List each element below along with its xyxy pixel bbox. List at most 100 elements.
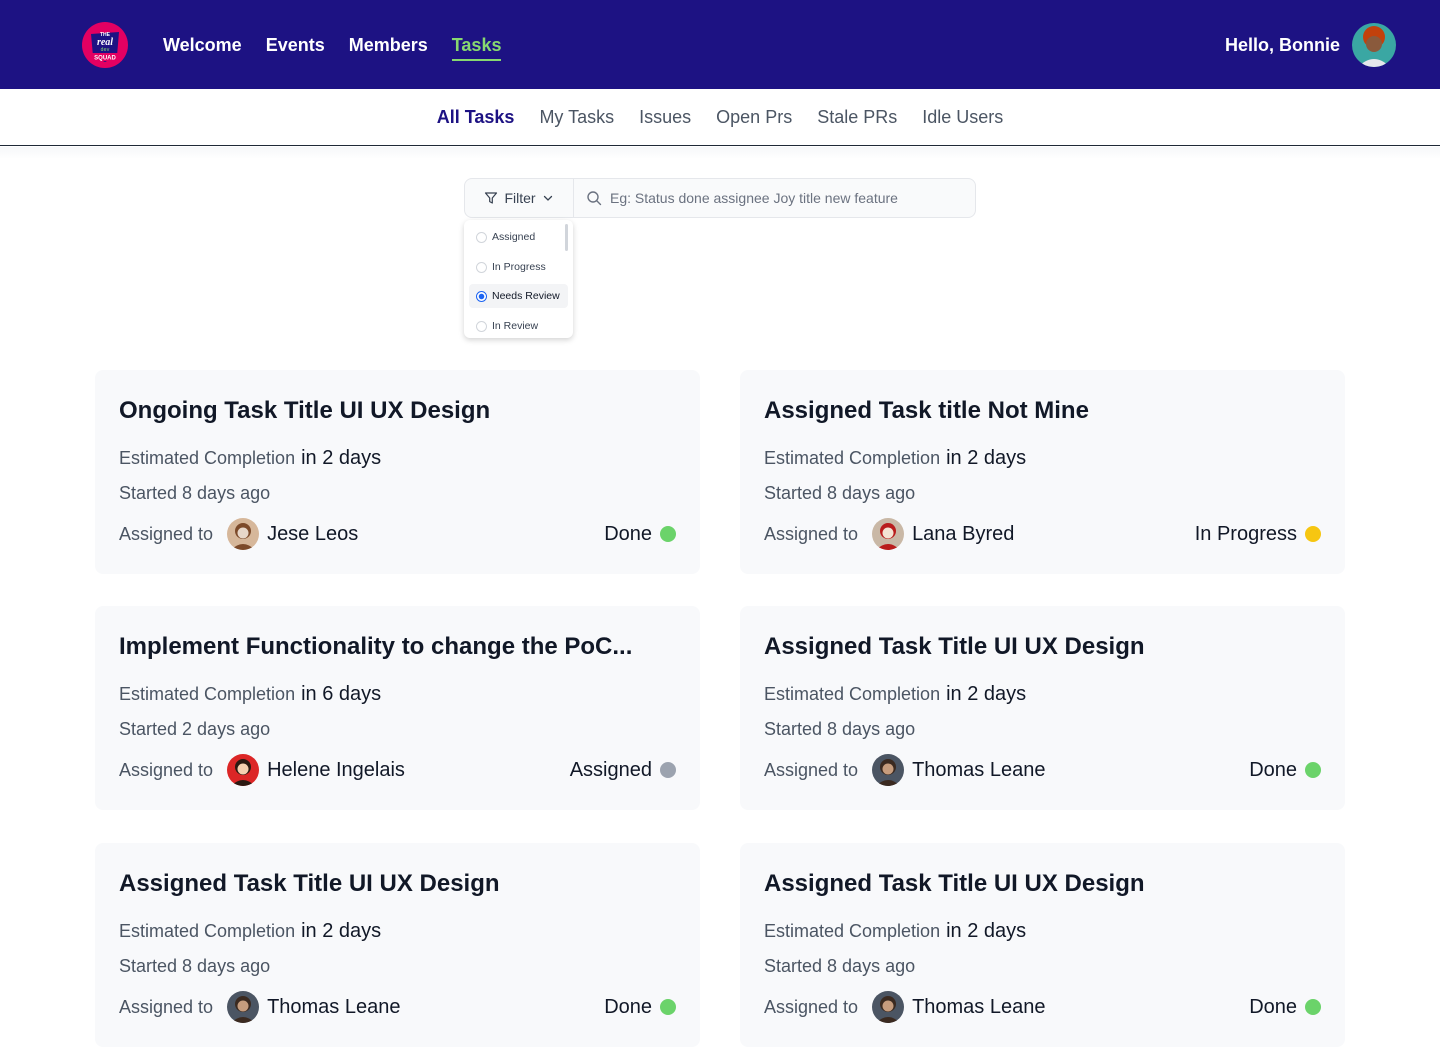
radio-icon [476, 231, 487, 243]
task-title[interactable]: Assigned Task title Not Mine [764, 396, 1089, 426]
status-badge: Done [604, 523, 676, 546]
logo-text-squad: SQUAD [94, 56, 116, 62]
estimated-label: Estimated Completion [119, 448, 296, 468]
estimated-completion: Estimated Completion in 2 days [764, 682, 1026, 706]
estimated-label: Estimated Completion [764, 448, 941, 468]
assignee-name[interactable]: Lana Byred [912, 522, 1014, 546]
dropdown-scrollbar[interactable] [565, 224, 568, 251]
started-text: Started 2 days ago [119, 719, 271, 739]
assignee-row: Assigned to Thomas Leane Done [119, 990, 676, 1024]
assignee-name[interactable]: Thomas Leane [267, 995, 400, 1019]
filter-option-label: Needs Review [492, 290, 560, 302]
task-tabs: All Tasks My Tasks Issues Open Prs Stale… [0, 89, 1440, 146]
assignee-avatar [872, 754, 905, 786]
status-text: Assigned [569, 758, 652, 781]
nav-welcome[interactable]: Welcome [163, 33, 242, 57]
task-card[interactable]: Implement Functionality to change the Po… [95, 606, 700, 810]
assignee-row: Assigned to Lana Byred In Progress [764, 517, 1321, 551]
status-text: Done [1249, 758, 1297, 781]
assignee-row: Assigned to Thomas Leane Done [764, 753, 1321, 787]
assignee-name[interactable]: Helene Ingelais [267, 758, 405, 782]
assigned-to-label: Assigned to [119, 997, 214, 1017]
estimated-label: Estimated Completion [764, 684, 941, 704]
task-title[interactable]: Assigned Task Title UI UX Design [119, 869, 500, 899]
assignee-avatar-image [872, 991, 905, 1023]
filter-option-assigned[interactable]: Assigned [469, 225, 568, 249]
funnel-icon [485, 192, 498, 204]
nav-members[interactable]: Members [349, 33, 428, 57]
tab-stale-prs[interactable]: Stale PRs [817, 105, 897, 129]
status-text: Done [604, 995, 652, 1018]
user-greeting: Hello, Bonnie [1224, 35, 1340, 55]
status-dot-icon [1305, 999, 1321, 1015]
estimated-value: in 2 days [946, 447, 1027, 469]
radio-checked-icon [476, 290, 487, 302]
tab-open-prs[interactable]: Open Prs [716, 105, 792, 129]
assigned-to-label: Assigned to [119, 760, 214, 780]
tab-issues[interactable]: Issues [639, 105, 691, 129]
status-dot-icon [1305, 762, 1321, 778]
assignee-avatar [227, 991, 260, 1023]
status-dot-icon [1305, 526, 1321, 542]
task-title[interactable]: Ongoing Task Title UI UX Design [119, 396, 490, 426]
task-title[interactable]: Implement Functionality to change the Po… [119, 632, 632, 662]
task-title[interactable]: Assigned Task Title UI UX Design [764, 869, 1145, 899]
tab-idle-users[interactable]: Idle Users [922, 105, 1003, 129]
assignee-avatar-image [227, 991, 260, 1023]
nav-events[interactable]: Events [266, 33, 325, 57]
estimated-completion: Estimated Completion in 6 days [119, 682, 381, 706]
status-badge: In Progress [1195, 523, 1321, 546]
estimated-label: Estimated Completion [764, 921, 941, 941]
assignee-avatar-image [227, 754, 260, 786]
status-dot-icon [660, 999, 676, 1015]
status-text: Done [604, 522, 652, 545]
assigned-to-label: Assigned to [119, 524, 214, 544]
started-text: Started 8 days ago [764, 956, 916, 976]
estimated-value: in 2 days [301, 447, 382, 469]
estimated-value: in 2 days [946, 683, 1027, 705]
user-avatar[interactable] [1352, 23, 1396, 67]
assignee-avatar [872, 991, 905, 1023]
started-text: Started 8 days ago [764, 719, 916, 739]
assignee-name[interactable]: Thomas Leane [912, 758, 1045, 782]
status-badge: Done [1249, 996, 1321, 1019]
filter-option-in-review[interactable]: In Review [469, 314, 568, 338]
task-title[interactable]: Assigned Task Title UI UX Design [764, 632, 1145, 662]
tab-my-tasks[interactable]: My Tasks [539, 105, 614, 129]
assignee-name[interactable]: Jese Leos [267, 522, 358, 546]
estimated-completion: Estimated Completion in 2 days [119, 446, 381, 470]
real-dev-squad-logo[interactable]: THE real dev SQUAD [82, 22, 128, 68]
task-card[interactable]: Assigned Task Title UI UX Design Estimate… [740, 606, 1345, 810]
estimated-label: Estimated Completion [119, 921, 296, 941]
user-avatar-image [1352, 23, 1396, 67]
tab-all-tasks[interactable]: All Tasks [437, 105, 515, 129]
search-input[interactable] [610, 190, 970, 206]
task-card[interactable]: Assigned Task Title UI UX Design Estimate… [740, 843, 1345, 1047]
assignee-name[interactable]: Thomas Leane [912, 995, 1045, 1019]
status-dot-icon [660, 526, 676, 542]
assignee-avatar-image [872, 754, 905, 786]
task-card[interactable]: Assigned Task Title UI UX Design Estimate… [95, 843, 700, 1047]
search-area [574, 179, 975, 217]
estimated-completion: Estimated Completion in 2 days [119, 919, 381, 943]
assignee-avatar-image [872, 518, 905, 550]
filter-button[interactable]: Filter [465, 179, 574, 217]
status-badge: Assigned [570, 759, 676, 782]
assignee-avatar-image [227, 518, 260, 550]
nav-tasks[interactable]: Tasks [451, 33, 501, 61]
assigned-to-label: Assigned to [764, 997, 859, 1017]
assignee-row: Assigned to Helene Ingelais Assigned [119, 753, 676, 787]
status-badge: Done [1249, 759, 1321, 782]
task-card[interactable]: Ongoing Task Title UI UX Design Estimated… [95, 370, 700, 574]
assignee-avatar [872, 518, 905, 550]
estimated-completion: Estimated Completion in 2 days [764, 446, 1026, 470]
filter-option-label: Assigned [492, 231, 536, 243]
top-navbar: THE real dev SQUAD Welcome Events Member… [0, 0, 1440, 89]
started-text: Started 8 days ago [119, 483, 271, 503]
filter-option-in-progress[interactable]: In Progress [469, 255, 568, 279]
task-card[interactable]: Assigned Task title Not Mine Estimated Co… [740, 370, 1345, 574]
filter-option-needs-review[interactable]: Needs Review [469, 284, 568, 308]
main-nav: Welcome Events Members Tasks [163, 0, 501, 89]
assignee-row: Assigned to Jese Leos Done [119, 517, 676, 551]
assignee-avatar [227, 754, 260, 786]
